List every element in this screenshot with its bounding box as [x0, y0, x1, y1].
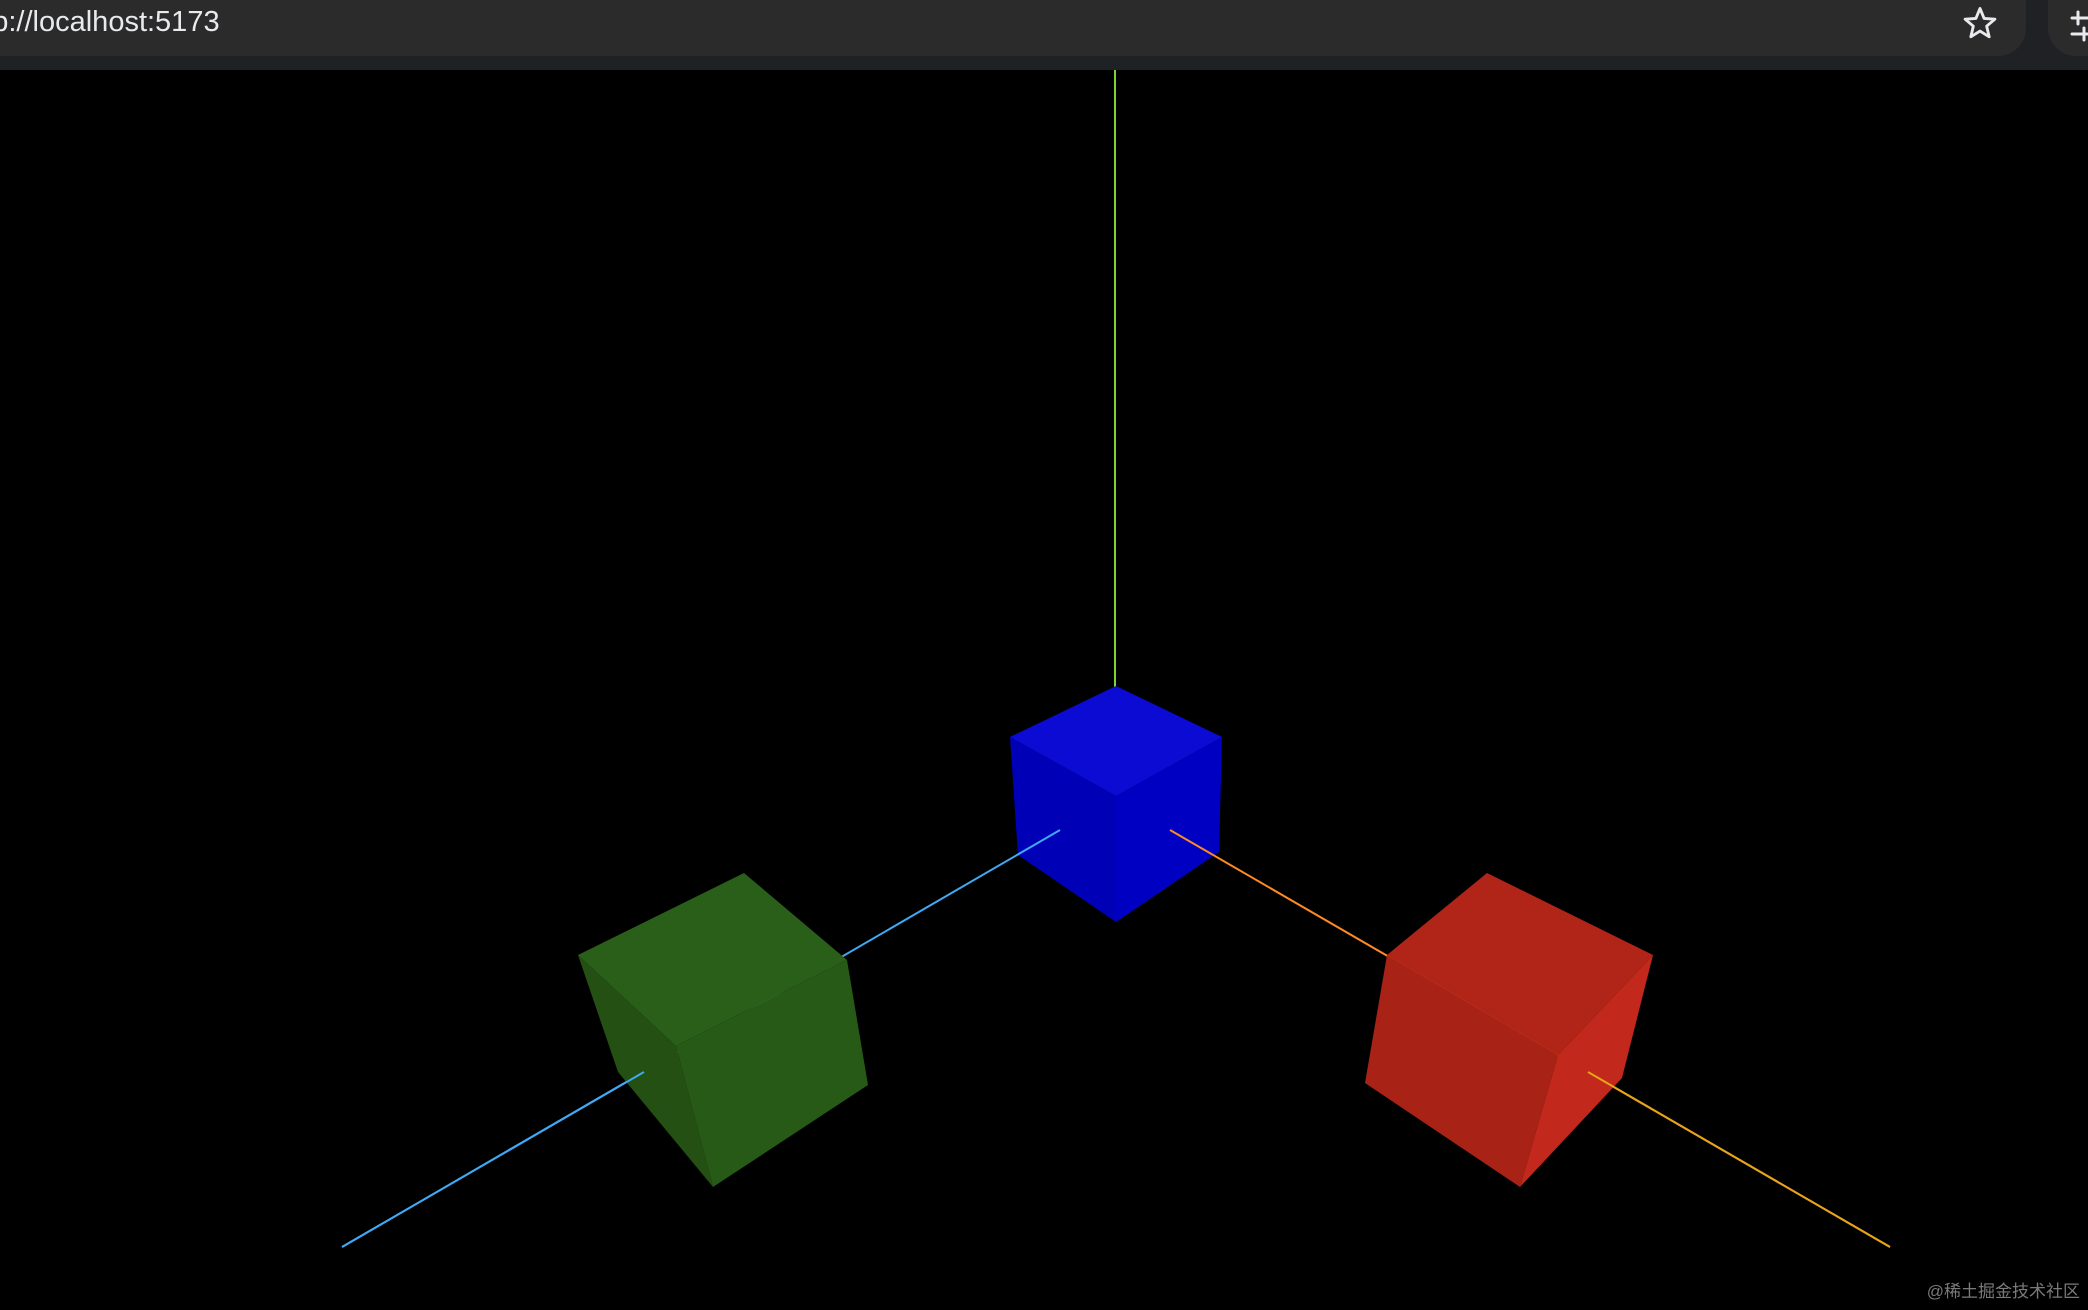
z-axis-front-segment — [341, 1071, 645, 1248]
blue-cube[interactable] — [1010, 686, 1222, 922]
x-axis-front-segment — [1587, 1071, 1891, 1248]
page: http://localhost:5173 — [0, 0, 2088, 1310]
three-scene[interactable] — [0, 0, 2088, 1310]
watermark-text: @稀土掘金技术社区 — [1926, 1282, 2080, 1301]
red-cube[interactable] — [1365, 873, 1653, 1187]
green-cube[interactable] — [578, 873, 868, 1187]
